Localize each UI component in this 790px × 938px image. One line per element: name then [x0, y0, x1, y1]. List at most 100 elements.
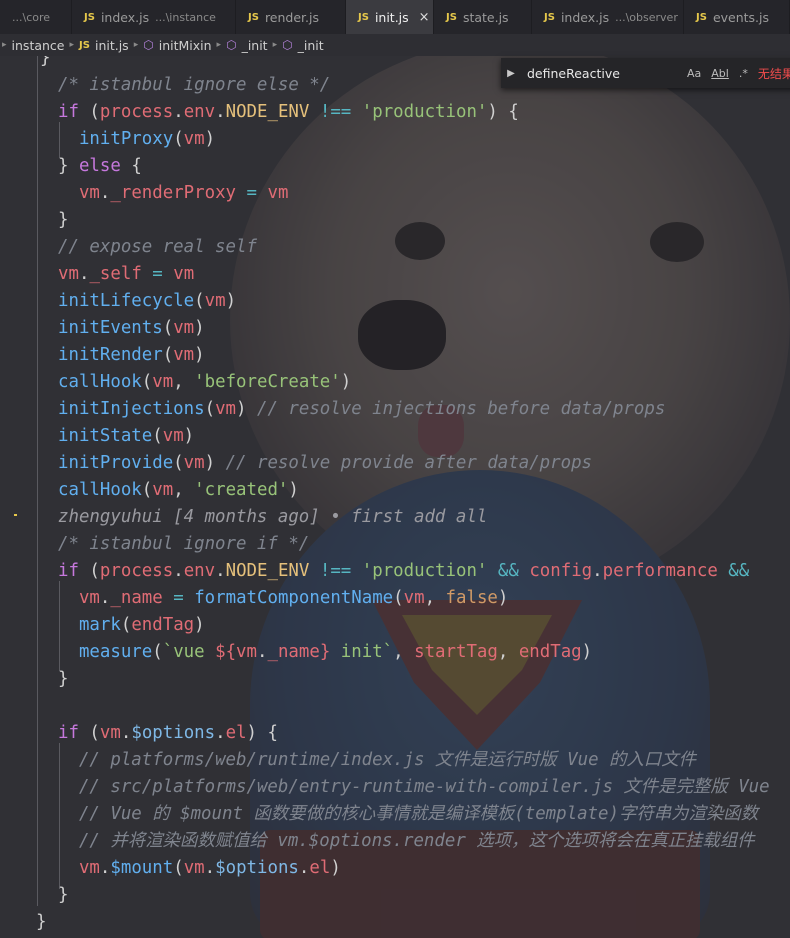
code-token: ,	[393, 642, 415, 662]
method-cube-icon: ⬡	[143, 38, 154, 52]
find-widget: ▶ defineReactive Aa Abl .* 无结果	[501, 58, 790, 88]
code-token: .	[99, 183, 111, 203]
tab-label: state.js	[462, 9, 509, 25]
code-token: vm	[215, 399, 237, 419]
tab-label: index.js	[100, 9, 150, 25]
code-token: .	[204, 858, 216, 878]
code-token: callHook	[58, 372, 142, 392]
code-token: vm	[403, 588, 425, 608]
code-token: vm	[58, 264, 79, 284]
breadcrumb-symbol[interactable]: _init	[242, 38, 268, 53]
code-token: (	[393, 588, 404, 608]
code-token: =	[173, 588, 184, 608]
code-token: zhengyuhui [4 months ago] • first add al…	[58, 507, 488, 527]
code-token: (	[162, 345, 174, 365]
code-token: process	[99, 561, 174, 581]
breadcrumb-folder[interactable]: instance	[12, 38, 65, 53]
code-token: (	[152, 642, 163, 662]
code-token: endTag	[131, 615, 195, 635]
code-token: 'created'	[194, 480, 289, 500]
find-input[interactable]: defineReactive	[521, 66, 687, 81]
tab-3[interactable]: JS init.js ×	[346, 0, 434, 34]
breadcrumb-symbol[interactable]: initMixin	[159, 38, 212, 53]
code-token: 'production'	[361, 561, 488, 581]
code-token: .	[99, 588, 111, 608]
code-token: }	[58, 156, 79, 176]
code-token: vm	[267, 183, 289, 203]
match-case-toggle[interactable]: Aa	[687, 67, 701, 80]
code-line: vm._self = vm	[58, 261, 194, 288]
code-line: initInjections(vm) // resolve injections…	[58, 396, 665, 423]
code-token: (	[152, 426, 163, 446]
code-token: initState	[58, 426, 153, 446]
code-token: }	[58, 885, 69, 905]
code-token: ${	[215, 642, 237, 662]
code-token: vm	[152, 480, 174, 500]
code-token: _self	[89, 264, 142, 284]
code-token: false	[445, 588, 498, 608]
close-tab-icon[interactable]: ×	[419, 10, 430, 25]
method-cube-icon: ⬡	[282, 38, 293, 52]
code-line: if (process.env.NODE_ENV !== 'production…	[58, 558, 749, 585]
tab-6[interactable]: JS events.js	[684, 0, 790, 34]
code-token: el	[309, 858, 331, 878]
code-token: )	[194, 318, 205, 338]
code-token: vm	[183, 453, 205, 473]
code-token: (	[78, 102, 100, 122]
code-token: process	[99, 102, 174, 122]
code-token: (	[173, 858, 184, 878]
code-line: initLifecycle(vm)	[58, 288, 236, 315]
code-token: =	[246, 183, 257, 203]
code-token: .	[592, 561, 603, 581]
code-token: $mount	[110, 858, 174, 878]
regex-toggle[interactable]: .*	[739, 67, 748, 80]
code-token: endTag	[518, 642, 582, 662]
code-token: )	[204, 453, 226, 473]
code-token: initProxy	[78, 129, 174, 149]
breadcrumb-symbol[interactable]: _init	[298, 38, 324, 53]
code-token: )	[340, 372, 352, 392]
code-token: (	[194, 291, 205, 311]
code-token: // 并将渲染函数赋值给 vm.$options.render 选项，这个选项将…	[78, 831, 755, 851]
code-line: // src/platforms/web/entry-runtime-with-…	[58, 774, 770, 801]
code-line: vm._renderProxy = vm	[58, 180, 288, 207]
code-token: if	[58, 723, 79, 743]
code-token: )	[194, 345, 205, 365]
code-token: mark	[78, 615, 121, 635]
tab-0[interactable]: ...\core	[0, 0, 72, 34]
code-line: if (process.env.NODE_ENV !== 'production…	[58, 99, 519, 126]
code-token: else	[78, 156, 121, 176]
tab-label: events.js	[712, 9, 770, 25]
code-token: ) {	[246, 723, 278, 743]
whole-word-toggle[interactable]: Abl	[711, 67, 729, 80]
toggle-replace-chevron-icon[interactable]: ▶	[501, 68, 521, 79]
editor-tab-strip: ...\core JS index.js ...\instance JS render.j…	[0, 0, 790, 34]
code-token: ) {	[487, 102, 519, 122]
code-line: // 并将渲染函数赋值给 vm.$options.render 选项，这个选项将…	[58, 828, 755, 855]
code-token: .	[173, 561, 184, 581]
tab-2[interactable]: JS render.js	[236, 0, 346, 34]
code-line: }	[58, 666, 68, 693]
tab-1[interactable]: JS index.js ...\instance	[72, 0, 236, 34]
breadcrumb: ▸ instance ▸ JS init.js ▸ ⬡ initMixin ▸ …	[0, 34, 790, 56]
code-token: vm	[99, 723, 121, 743]
code-token: .	[298, 858, 310, 878]
code-token: .	[78, 264, 90, 284]
code-token: (	[173, 453, 184, 473]
code-editor[interactable]: }/* istanbul ignore else */if (process.e…	[0, 56, 790, 938]
tab-4[interactable]: JS state.js	[434, 0, 532, 34]
code-line: initState(vm)	[58, 423, 194, 450]
tab-5[interactable]: JS index.js ...\observer	[532, 0, 684, 34]
code-line: callHook(vm, 'created')	[58, 477, 299, 504]
code-token: // platforms/web/runtime/index.js 文件是运行时…	[78, 750, 696, 770]
breadcrumb-file[interactable]: init.js	[95, 38, 129, 53]
code-token: // resolve injections before data/props	[256, 399, 666, 419]
